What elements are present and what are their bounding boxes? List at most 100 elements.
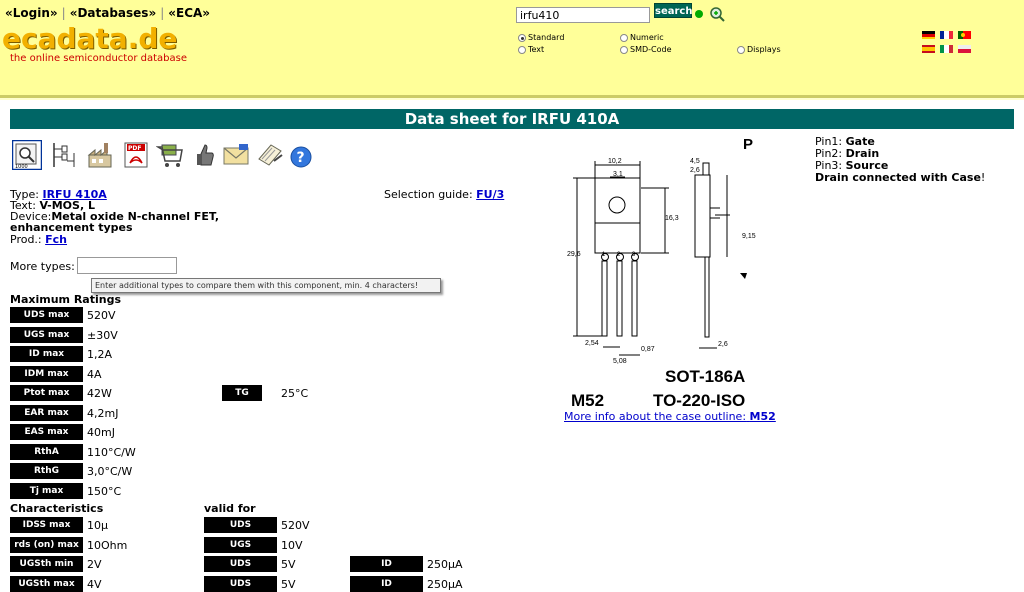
param-value: 110°C/W: [87, 445, 136, 459]
radio-dot-icon: [518, 45, 526, 54]
radio-label: Displays: [747, 45, 781, 54]
case-note-end: !: [980, 171, 986, 184]
top-nav: «Login» | «Databases» | «ECA»: [5, 6, 210, 20]
nav-separator: |: [61, 6, 66, 20]
pdf-icon[interactable]: PDF: [122, 141, 150, 169]
param-value: 520V: [87, 309, 116, 322]
radio-label: SMD-Code: [630, 45, 672, 54]
max-ratings-heading: Maximum Ratings: [10, 293, 121, 306]
case-note: Drain connected with Case: [815, 171, 981, 184]
case-outline-more-info[interactable]: More info about the case outline: M52: [564, 410, 776, 423]
more-types-input[interactable]: [77, 257, 177, 274]
param-label: rds (on) max: [10, 536, 83, 553]
pin-assignments: Pin1: Gate Pin2: Drain Pin3: Source Drai…: [815, 136, 985, 184]
dim-label: 5,08: [613, 358, 627, 365]
nav-separator: |: [160, 6, 165, 20]
radio-numeric[interactable]: Numeric: [620, 33, 664, 42]
param-value: 3,0°C/W: [87, 465, 133, 478]
tg-value: 25°C: [281, 387, 309, 400]
dim-label: 16,3: [665, 215, 679, 222]
flag-es-icon[interactable]: [922, 45, 935, 53]
param-value: 10µ: [87, 519, 108, 532]
param-value: 4,2mJ: [87, 406, 119, 420]
cart-icon[interactable]: [156, 141, 184, 169]
param-value: 1,2A: [87, 348, 113, 361]
radio-dot-icon: [620, 33, 628, 42]
dim-label: 10,2: [608, 158, 622, 165]
param-value: ±30V: [87, 328, 118, 342]
login-link[interactable]: «Login»: [5, 6, 58, 20]
more-types-label: More types:: [10, 260, 75, 273]
condition-value: 250µA: [427, 558, 463, 571]
prod-link[interactable]: Fch: [45, 233, 67, 246]
pin-number: 1: [602, 252, 606, 258]
circuit-icon[interactable]: [50, 141, 78, 169]
site-logo[interactable]: ecadata.de: [2, 24, 177, 54]
search-input[interactable]: [516, 7, 650, 23]
condition-value: 5V: [281, 577, 296, 591]
factory-icon[interactable]: [86, 141, 114, 169]
dim-label: 3,1: [613, 171, 623, 178]
param-label: RthA: [10, 443, 83, 460]
condition-value: 250µA: [427, 577, 463, 591]
package-corner-letter: P: [743, 136, 754, 153]
eca-link[interactable]: «ECA»: [168, 6, 210, 20]
condition-label: ID: [350, 556, 423, 572]
param-value: 42W: [87, 387, 112, 400]
flag-de-icon[interactable]: [922, 31, 935, 39]
condition-value: 5V: [281, 558, 296, 571]
mail-icon[interactable]: [222, 141, 250, 169]
radio-smd-code[interactable]: SMD-Code: [620, 45, 672, 54]
param-label: Ptot max: [10, 385, 83, 401]
param-label: UGSth max: [10, 575, 83, 592]
prod-row: Prod.: Fch: [10, 233, 67, 246]
svg-text:?: ?: [297, 150, 305, 166]
param-value: 2V: [87, 558, 102, 571]
param-value: 4A: [87, 367, 102, 381]
svg-text:PDF: PDF: [128, 145, 141, 152]
flag-pt-icon[interactable]: [958, 31, 971, 39]
flag-fr-icon[interactable]: [940, 31, 953, 39]
notepad-icon[interactable]: [256, 141, 284, 169]
dim-label: 2,54: [585, 340, 599, 347]
param-label: IDM max: [10, 365, 83, 382]
more-info-link[interactable]: M52: [750, 410, 776, 423]
radio-dot-icon: [737, 45, 745, 54]
param-value: 150°C: [87, 484, 122, 498]
radio-dot-icon: [518, 33, 526, 42]
flag-pl-icon[interactable]: [958, 45, 971, 53]
dim-label: 2,6: [690, 167, 700, 174]
valid-for-heading: valid for: [204, 502, 256, 515]
radio-dot-icon: [620, 45, 628, 54]
selection-guide-row: Selection guide: FU/3: [384, 188, 504, 201]
param-value: 4V: [87, 577, 102, 591]
zoom-icon[interactable]: [709, 6, 725, 22]
condition-label: ID: [350, 575, 423, 592]
param-value: 40mJ: [87, 426, 115, 439]
selection-guide-link[interactable]: FU/3: [476, 188, 504, 201]
characteristics-heading: Characteristics: [10, 502, 104, 515]
radio-text[interactable]: Text: [518, 45, 544, 54]
dim-label: 4,5: [690, 158, 700, 165]
param-label: RthG: [10, 463, 83, 479]
param-label: Tj max: [10, 482, 83, 499]
search-button[interactable]: search: [654, 3, 692, 18]
selection-guide-label: Selection guide:: [384, 188, 473, 201]
condition-label: UDS: [204, 556, 277, 572]
pin-number: 3: [632, 252, 636, 258]
case-note-row: Drain connected with Case!: [815, 172, 985, 184]
help-icon[interactable]: ?: [290, 146, 312, 168]
site-tagline: the online semiconductor database: [10, 53, 187, 64]
param-label: EAR max: [10, 404, 83, 421]
prod-label: Prod.:: [10, 233, 42, 246]
radio-displays[interactable]: Displays: [737, 45, 781, 54]
datasheet-icon[interactable]: 1000: [12, 140, 42, 170]
databases-link[interactable]: «Databases»: [70, 6, 157, 20]
radio-label: Text: [528, 45, 545, 54]
param-label: UGS max: [10, 326, 83, 343]
svg-text:1000: 1000: [15, 164, 28, 170]
radio-standard[interactable]: Standard: [518, 33, 564, 42]
dim-label: 2,6: [718, 341, 728, 348]
flag-it-icon[interactable]: [940, 45, 953, 53]
thumbs-up-icon[interactable]: [192, 141, 220, 169]
